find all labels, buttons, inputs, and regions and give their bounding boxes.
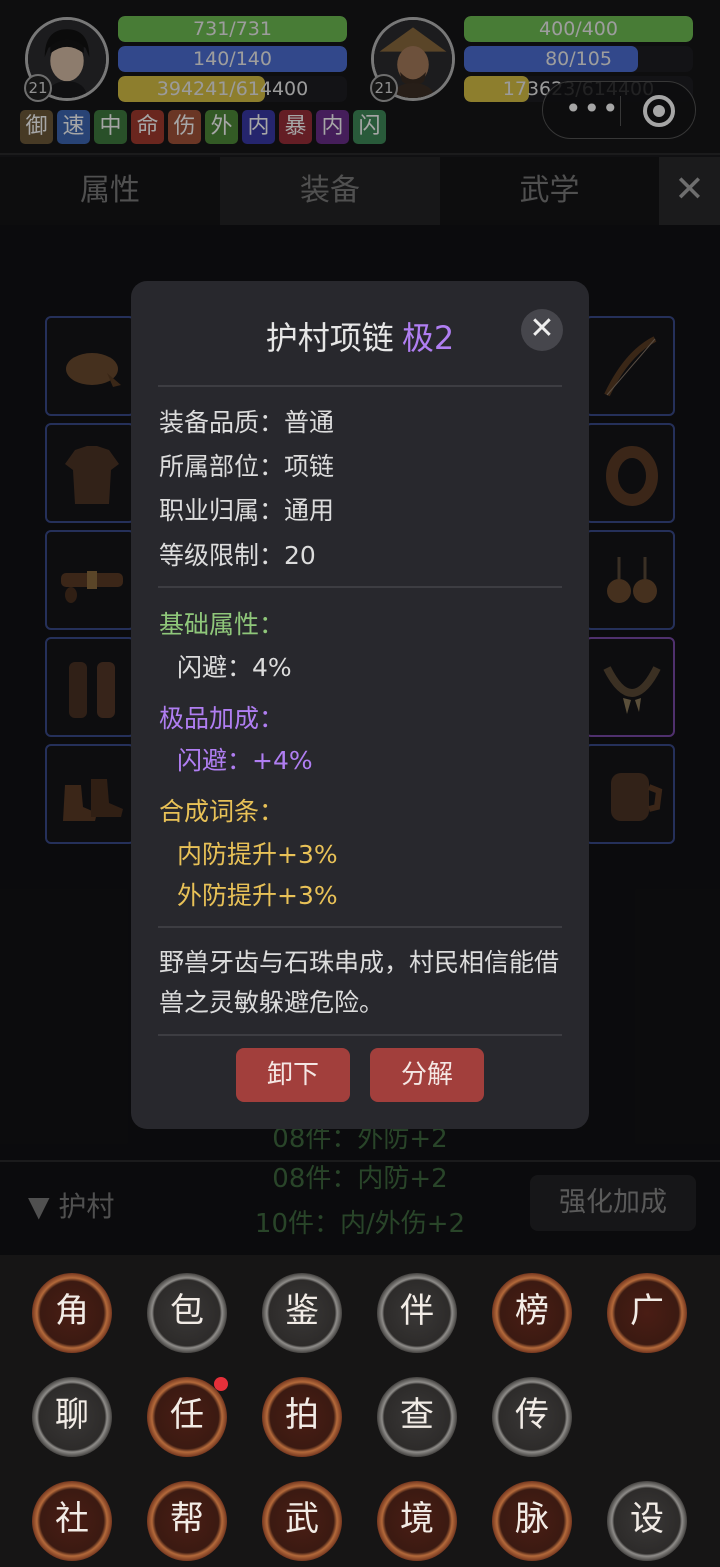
menu-button-martial[interactable]: 武 (262, 1481, 342, 1561)
menu-button-guild[interactable]: 帮 (147, 1481, 227, 1561)
item-title: 护村项链 极2 (131, 313, 589, 359)
item-description: 野兽牙齿与石珠串成，村民相信能借兽之灵敏躲避危险。 (159, 948, 560, 1017)
menu-button-bag[interactable]: 包 (147, 1273, 227, 1353)
item-detail-dialog: 护村项链 极2 ✕ 装备品质：普通 所属部位：项链 职业归属：通用 等级限制：20… (131, 281, 589, 1129)
menu-button-auction[interactable]: 拍 (262, 1377, 342, 1457)
menu-button-ranking[interactable]: 榜 (492, 1273, 572, 1353)
menu-button-legend[interactable]: 传 (492, 1377, 572, 1457)
dismantle-button[interactable]: 分解 (370, 1048, 484, 1102)
menu-button-companion[interactable]: 伴 (377, 1273, 457, 1353)
menu-button-quest[interactable]: 任 (147, 1377, 227, 1457)
affix-line: 内防提升+3% (177, 840, 338, 869)
item-slot: 所属部位：项链 (159, 452, 335, 481)
menu-button-social[interactable]: 社 (32, 1481, 112, 1561)
menu-button-role[interactable]: 角 (32, 1273, 112, 1353)
menu-button-chat[interactable]: 聊 (32, 1377, 112, 1457)
bottom-menu: 角包鉴伴榜广聊任拍查传社帮武境脉设 (0, 1255, 720, 1567)
menu-button-appraise[interactable]: 鉴 (262, 1273, 342, 1353)
menu-button-settings[interactable]: 设 (607, 1481, 687, 1561)
item-class: 职业归属：通用 (159, 496, 335, 525)
unequip-button[interactable]: 卸下 (236, 1048, 350, 1102)
affix-header: 合成词条： (159, 797, 285, 826)
item-quality: 装备品质：普通 (159, 408, 335, 437)
menu-button-search[interactable]: 查 (377, 1377, 457, 1457)
dialog-close-button[interactable]: ✕ (521, 309, 563, 351)
item-name: 护村项链 (265, 319, 394, 357)
affix-line: 外防提升+3% (177, 881, 338, 910)
notification-dot (214, 1377, 228, 1391)
base-attribute: 闪避：4% (177, 653, 292, 682)
menu-button-realm[interactable]: 境 (377, 1481, 457, 1561)
bonus-attribute: 闪避：+4% (177, 746, 313, 775)
item-level-requirement: 等级限制：20 (159, 541, 316, 570)
base-attributes-header: 基础属性： (159, 610, 285, 639)
divider (158, 1034, 562, 1036)
item-grade: 极2 (401, 319, 455, 357)
divider (158, 926, 562, 928)
divider (158, 385, 562, 387)
bonus-header: 极品加成： (159, 704, 285, 733)
menu-button-broadcast[interactable]: 广 (607, 1273, 687, 1353)
divider (158, 586, 562, 588)
menu-button-meridian[interactable]: 脉 (492, 1481, 572, 1561)
